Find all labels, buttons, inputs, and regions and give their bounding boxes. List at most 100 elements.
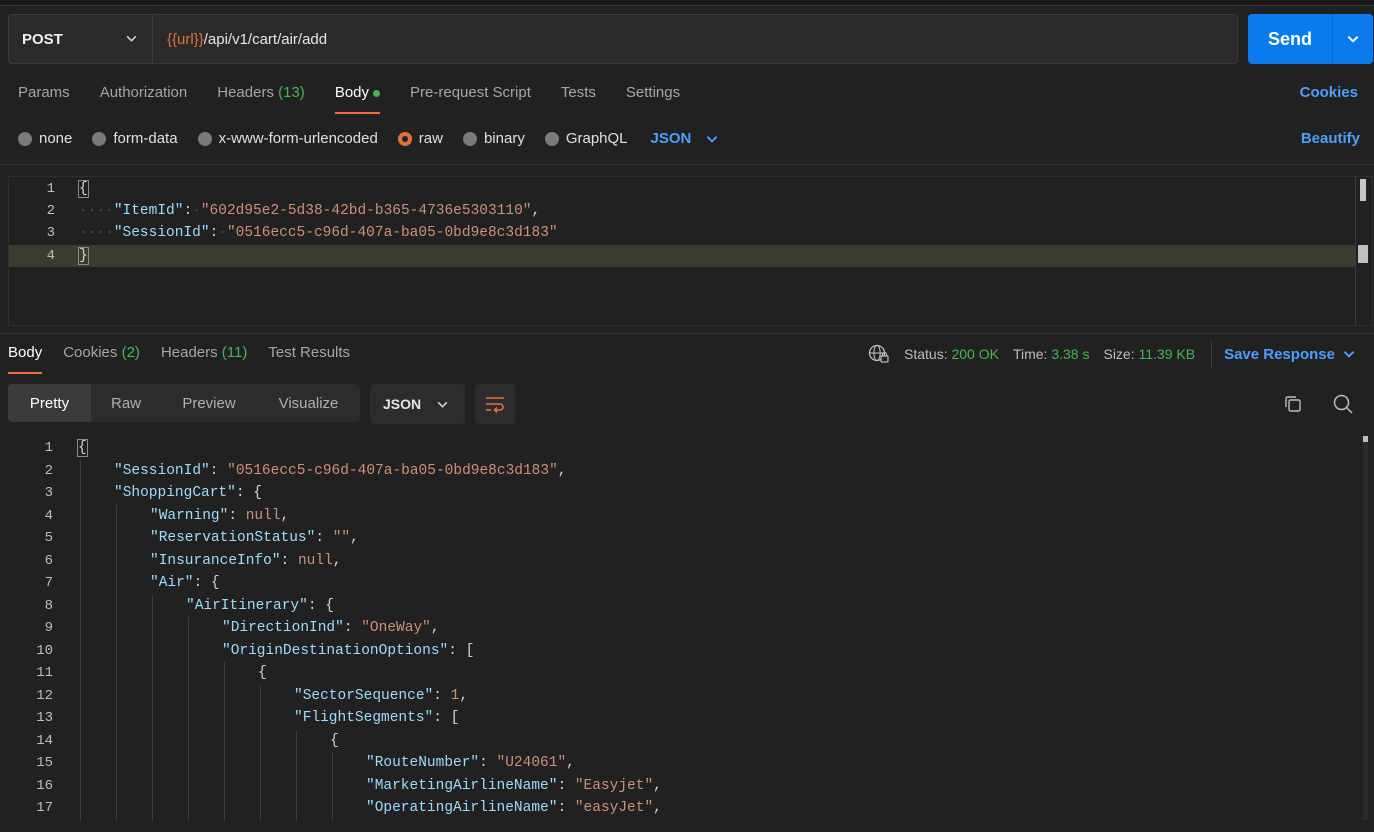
response-format-select[interactable]: JSON (370, 384, 465, 424)
request-body-editor[interactable]: 1 { 2 ····"ItemId":·"602d95e2-5d38-42bd-… (8, 176, 1373, 326)
code-text: "InsuranceInfo": null, (150, 552, 342, 569)
line-number: 4 (46, 248, 55, 264)
radio-graphql[interactable]: GraphQL (544, 130, 628, 147)
json-punctuation: , (350, 530, 359, 546)
send-options-button[interactable] (1333, 32, 1373, 46)
code-text: "SectorSequence": 1, (294, 687, 469, 704)
json-value: null (245, 507, 281, 524)
json-bracket: { (253, 485, 262, 501)
json-value: "Easyjet" (574, 777, 654, 794)
code-text: } (78, 245, 89, 267)
view-visualize[interactable]: Visualize (257, 384, 360, 422)
json-key: "Air" (150, 575, 194, 591)
tab-params[interactable]: Params (18, 84, 70, 114)
wrap-lines-button[interactable] (475, 384, 515, 424)
method-select[interactable]: POST (8, 14, 152, 64)
json-punctuation: , (332, 552, 342, 569)
indent-guide (260, 684, 261, 820)
view-preview[interactable]: Preview (161, 384, 257, 422)
line-number: 14 (36, 732, 53, 749)
line-number: 10 (36, 642, 53, 659)
json-key: "SessionId" (114, 462, 210, 479)
size-value[interactable]: 11.39 KB (1139, 346, 1196, 362)
tab-test-results[interactable]: Test Results (268, 344, 350, 374)
chevron-down-icon (707, 135, 718, 143)
editor-line-current: 4 } (9, 245, 1355, 267)
view-pretty[interactable]: Pretty (8, 384, 91, 422)
response-line: 12 "SectorSequence": 1, (0, 685, 1350, 708)
wrap-lines-icon (486, 397, 504, 414)
copy-icon[interactable] (1283, 394, 1303, 414)
line-number: 15 (36, 755, 53, 771)
line-number: 17 (36, 800, 53, 816)
response-line: 11 { (0, 662, 1350, 685)
code-text: "Warning": null, (150, 507, 290, 524)
request-tabs: Params Authorization Headers (13) Body P… (18, 84, 710, 114)
code-text: { (258, 662, 267, 685)
indent-guide (116, 504, 117, 820)
radio-urlencoded[interactable]: x-www-form-urlencoded (197, 130, 378, 147)
response-scroll-thumb[interactable] (1363, 436, 1368, 442)
radio-binary[interactable]: binary (462, 130, 525, 147)
json-punctuation: , (459, 687, 469, 704)
radio-none[interactable]: none (18, 130, 72, 147)
json-punctuation: , (653, 777, 662, 794)
json-key: "OperatingAirlineName" (366, 800, 558, 816)
json-bracket: { (77, 439, 88, 457)
size-label: Size: (1103, 346, 1135, 362)
radio-label: raw (418, 130, 443, 147)
response-line: 4 "Warning": null, (0, 505, 1350, 528)
response-line: 10 "OriginDestinationOptions": [ (0, 640, 1350, 663)
line-number: 2 (46, 203, 55, 219)
tab-authorization[interactable]: Authorization (100, 84, 188, 114)
tab-settings[interactable]: Settings (626, 84, 680, 114)
response-body-viewer[interactable]: 1{2 "SessionId": "0516ecc5-c96d-407a-ba05… (0, 436, 1374, 832)
tab-headers-label: Headers (217, 84, 274, 101)
json-key: "SectorSequence" (294, 687, 434, 704)
send-label: Send (1267, 28, 1312, 49)
code-text: "SessionId": "0516ecc5-c96d-407a-ba05-0b… (114, 462, 567, 479)
raw-format-select[interactable]: JSON (651, 130, 720, 147)
radio-circle (92, 131, 107, 146)
json-key: "OriginDestinationOptions" (222, 642, 449, 659)
url-input[interactable]: {{url}}/api/v1/cart/air/add (152, 14, 1238, 64)
cookies-link[interactable]: Cookies (1300, 84, 1358, 101)
radio-raw[interactable]: raw (397, 130, 443, 147)
status-value[interactable]: 200 OK (951, 346, 998, 362)
tab-tests[interactable]: Tests (561, 84, 596, 114)
line-number: 9 (44, 620, 53, 636)
json-key: "ReservationStatus" (150, 530, 316, 546)
tab-response-cookies[interactable]: Cookies (2) (63, 344, 140, 374)
save-response-button[interactable]: Save Response (1211, 340, 1356, 368)
response-scrollbar[interactable] (1363, 436, 1368, 820)
json-value: "OneWay" (361, 620, 431, 636)
tab-headers-label: Headers (160, 344, 218, 361)
view-raw[interactable]: Raw (91, 384, 161, 422)
response-line: 3 "ShoppingCart": { (0, 482, 1350, 505)
editor-scrollbar[interactable] (1360, 179, 1366, 201)
tab-response-headers[interactable]: Headers (11) (161, 344, 247, 374)
json-bracket: [ (450, 710, 460, 726)
code-text: "OperatingAirlineName": "easyJet", (366, 800, 662, 816)
tab-response-body[interactable]: Body (8, 344, 43, 374)
line-number: 16 (36, 777, 53, 794)
line-number: 12 (36, 687, 53, 704)
json-key: "AirItinerary" (186, 597, 308, 614)
tab-headers[interactable]: Headers (13) (217, 84, 305, 114)
radio-form-data[interactable]: form-data (92, 130, 178, 147)
send-button[interactable]: Send (1248, 14, 1373, 64)
response-line: 15 "RouteNumber": "U24061", (0, 752, 1350, 775)
response-line: 14 { (0, 730, 1350, 753)
tab-prerequest-script[interactable]: Pre-request Script (410, 84, 531, 114)
time-value[interactable]: 3.38 s (1051, 346, 1089, 362)
globe-lock-icon[interactable] (868, 344, 890, 364)
json-value: "0516ecc5-c96d-407a-ba05-0bd9e8c3d183" (226, 225, 558, 241)
indent-guide (188, 617, 189, 820)
json-key: "MarketingAirlineName" (366, 777, 558, 794)
search-icon[interactable] (1332, 393, 1354, 415)
beautify-button[interactable]: Beautify (1301, 130, 1360, 147)
body-modified-dot (373, 89, 381, 97)
line-number: 1 (44, 440, 53, 456)
chevron-down-icon (437, 401, 448, 408)
tab-body[interactable]: Body (334, 84, 381, 114)
